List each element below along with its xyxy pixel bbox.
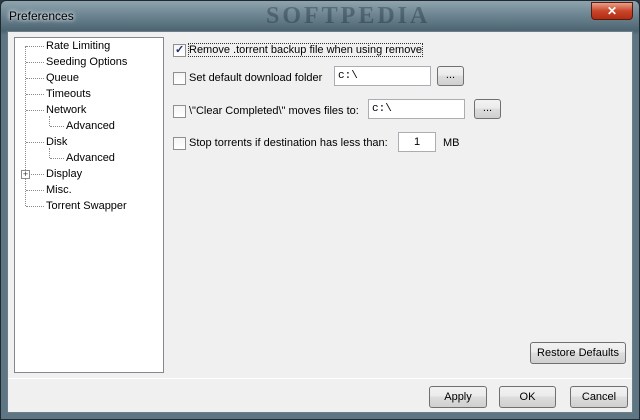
close-icon: ✕ [606, 4, 618, 18]
window-title: Preferences [9, 9, 74, 23]
footer-separator [8, 378, 632, 379]
category-tree[interactable]: + Rate Limiting Seeding Options Queue Ti… [14, 37, 164, 373]
tree-connector [26, 94, 44, 95]
clear-completed-checkbox[interactable] [173, 104, 186, 118]
tree-connector [31, 174, 44, 175]
expand-icon[interactable]: + [21, 170, 30, 179]
restore-defaults-button[interactable]: Restore Defaults [530, 342, 626, 364]
tree-item-misc[interactable]: Misc. [46, 182, 72, 198]
remove-backup-label[interactable]: Remove .torrent backup file when using r… [188, 43, 423, 57]
tree-item-rate-limiting[interactable]: Rate Limiting [46, 38, 110, 54]
tree-connector [26, 190, 44, 191]
stop-torrents-mb-input[interactable]: 1 [398, 132, 436, 152]
tree-item-torrent-swapper[interactable]: Torrent Swapper [46, 198, 127, 214]
remove-backup-checkbox[interactable] [173, 43, 186, 57]
dialog-client-area: + Rate Limiting Seeding Options Queue Ti… [7, 31, 633, 413]
clear-completed-browse-button[interactable]: ... [474, 99, 501, 119]
default-folder-row: Set default download folder [173, 67, 322, 89]
stop-torrents-checkbox[interactable] [173, 136, 186, 150]
stop-torrents-label[interactable]: Stop torrents if destination has less th… [189, 137, 388, 149]
clear-completed-row: \"Clear Completed\" moves files to: [173, 100, 359, 122]
apply-button[interactable]: Apply [429, 386, 487, 408]
ok-button[interactable]: OK [499, 386, 556, 408]
tree-connector [26, 110, 44, 111]
tree-connector [50, 158, 64, 159]
default-folder-label[interactable]: Set default download folder [189, 72, 322, 84]
default-folder-input[interactable]: c:\ [334, 66, 431, 86]
clear-completed-input[interactable]: c:\ [368, 99, 465, 119]
close-button[interactable]: ✕ [591, 2, 633, 20]
disk-settings-panel: Remove .torrent backup file when using r… [173, 37, 633, 373]
tree-connector [26, 142, 44, 143]
default-folder-browse-button[interactable]: ... [437, 66, 464, 86]
title-bar[interactable]: Preferences SOFTPEDIA ✕ [1, 1, 639, 31]
preferences-window: Preferences SOFTPEDIA ✕ + Rate Limiting … [0, 0, 640, 420]
tree-item-disk-advanced[interactable]: Advanced [66, 150, 115, 166]
stop-torrents-row: Stop torrents if destination has less th… [173, 132, 388, 154]
tree-connector [26, 62, 44, 63]
tree-item-timeouts[interactable]: Timeouts [46, 86, 91, 102]
tree-item-network-advanced[interactable]: Advanced [66, 118, 115, 134]
clear-completed-label[interactable]: \"Clear Completed\" moves files to: [189, 105, 359, 117]
tree-item-seeding-options[interactable]: Seeding Options [46, 54, 127, 70]
watermark: SOFTPEDIA [266, 3, 431, 29]
tree-item-disk[interactable]: Disk [46, 134, 67, 150]
default-folder-checkbox[interactable] [173, 71, 186, 85]
tree-connector [25, 46, 26, 206]
mb-unit-label: MB [443, 137, 460, 149]
remove-backup-row: Remove .torrent backup file when using r… [173, 39, 423, 61]
tree-connector [26, 78, 44, 79]
tree-connector [26, 206, 44, 207]
tree-item-network[interactable]: Network [46, 102, 86, 118]
cancel-button[interactable]: Cancel [570, 386, 628, 408]
tree-connector [50, 126, 64, 127]
tree-connector [26, 46, 44, 47]
tree-item-queue[interactable]: Queue [46, 70, 79, 86]
tree-item-display[interactable]: Display [46, 166, 82, 182]
